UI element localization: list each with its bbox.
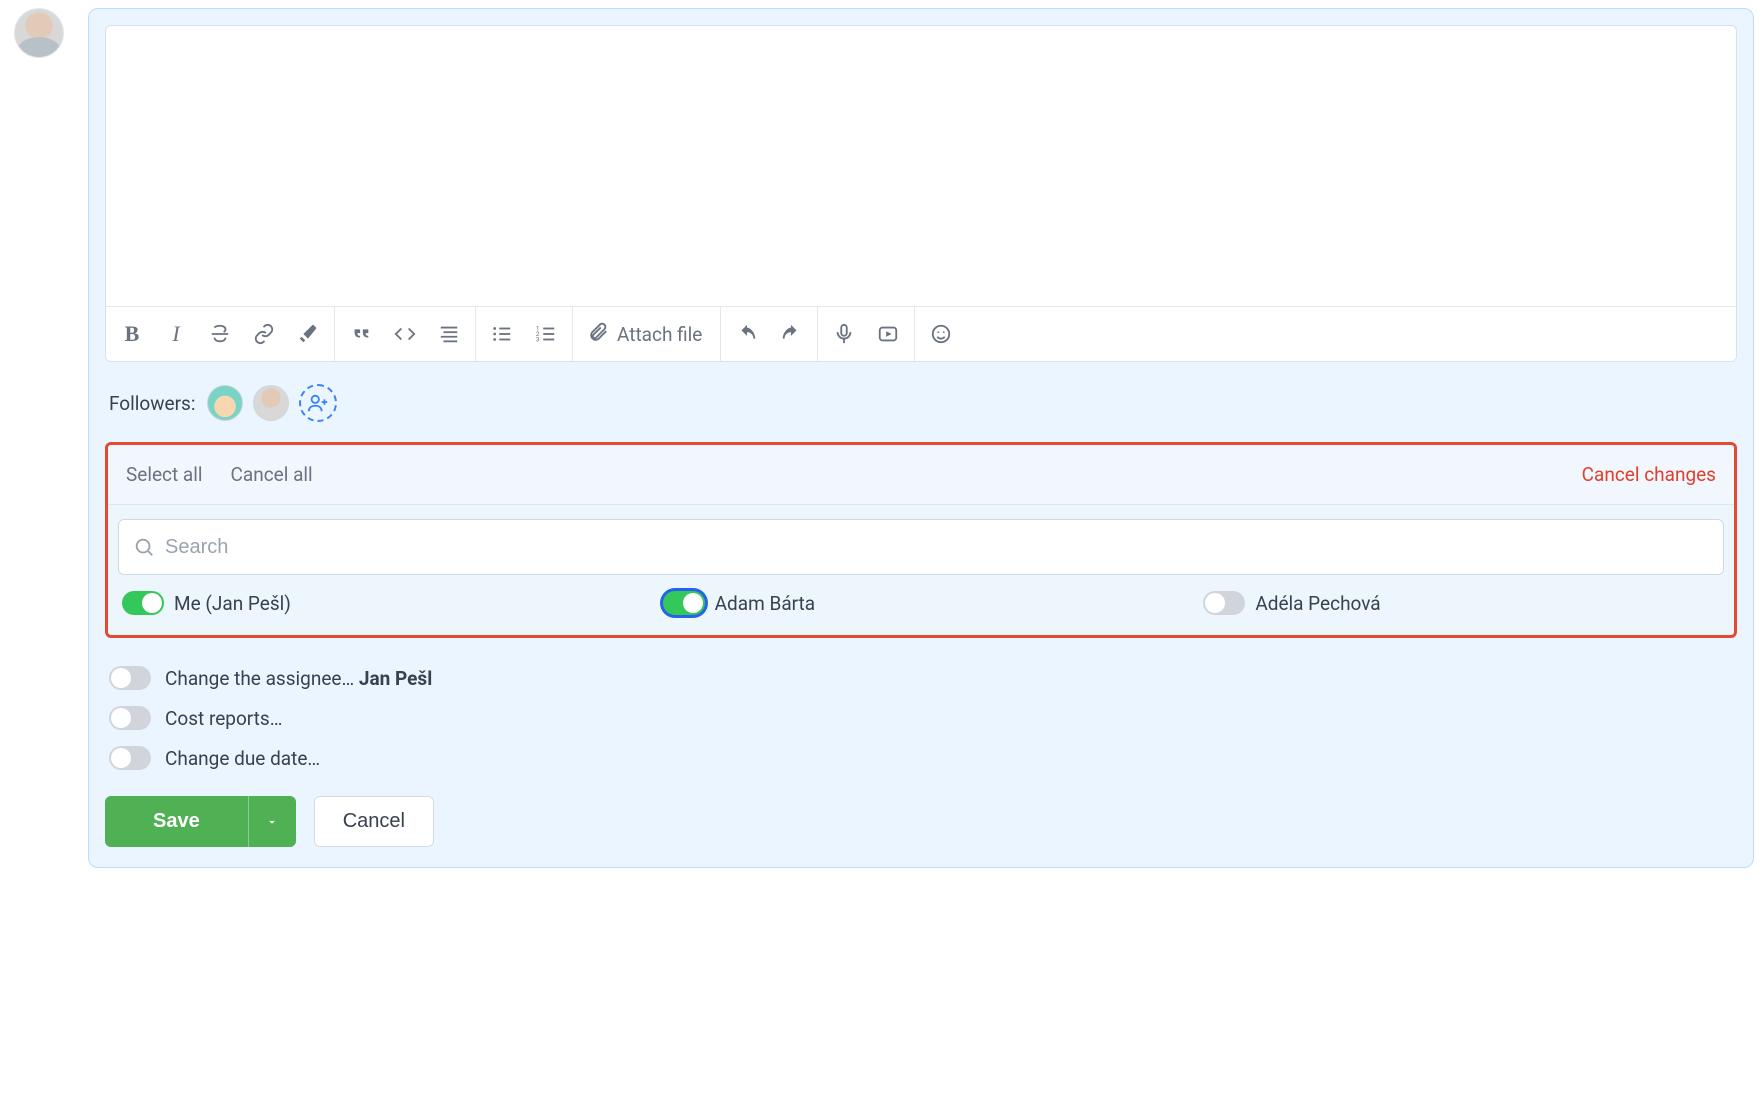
follower-avatar[interactable] (207, 385, 243, 421)
highlight-button[interactable] (286, 312, 330, 356)
cancel-all-link[interactable]: Cancel all (231, 463, 313, 486)
ordered-list-button[interactable]: 123 (524, 312, 568, 356)
search-icon (133, 536, 155, 558)
attach-file-button[interactable]: Attach file (577, 312, 716, 356)
follower-item: Adéla Pechová (1203, 591, 1720, 615)
cancel-button[interactable]: Cancel (314, 796, 434, 847)
follower-avatar[interactable] (253, 385, 289, 421)
option-toggle[interactable] (109, 706, 151, 730)
follower-search-input[interactable] (165, 536, 1709, 559)
italic-button[interactable]: I (154, 312, 198, 356)
option-label: Change the assignee… Jan Pešl (165, 667, 432, 690)
comment-card: B I (88, 8, 1754, 868)
option-row: Change due date… (109, 746, 1733, 770)
person-plus-icon (307, 392, 329, 414)
option-row: Cost reports… (109, 706, 1733, 730)
redo-button[interactable] (769, 312, 813, 356)
follower-name: Adéla Pechová (1255, 592, 1380, 615)
save-button[interactable]: Save (105, 796, 248, 847)
follower-item: Me (Jan Pešl) (122, 591, 639, 615)
video-button[interactable] (866, 312, 910, 356)
link-button[interactable] (242, 312, 286, 356)
option-toggle[interactable] (109, 746, 151, 770)
editor-shell: B I (105, 25, 1737, 362)
option-label: Cost reports… (165, 707, 282, 730)
follower-avatars (207, 384, 337, 422)
attach-file-label: Attach file (617, 323, 702, 346)
quote-button[interactable] (339, 312, 383, 356)
follower-item: Adam Bárta (663, 591, 1180, 615)
option-toggle[interactable] (109, 666, 151, 690)
save-dropdown-button[interactable] (248, 796, 296, 847)
follower-name: Me (Jan Pešl) (174, 592, 291, 615)
follower-toggle[interactable] (122, 591, 164, 615)
follower-toggle[interactable] (1203, 591, 1245, 615)
current-user-avatar (14, 8, 64, 58)
save-button-group: Save (105, 796, 296, 847)
caret-down-icon (265, 815, 279, 829)
follower-search[interactable] (118, 519, 1724, 575)
cancel-changes-link[interactable]: Cancel changes (1582, 463, 1716, 486)
svg-text:3: 3 (536, 335, 540, 343)
editor-toolbar: B I (106, 306, 1736, 361)
bold-button[interactable]: B (110, 312, 154, 356)
followers-panel: Select all Cancel all Cancel changes Me … (105, 442, 1737, 638)
indent-button[interactable] (427, 312, 471, 356)
paperclip-icon (587, 321, 609, 348)
strikethrough-button[interactable] (198, 312, 242, 356)
option-row: Change the assignee… Jan Pešl (109, 666, 1733, 690)
unordered-list-button[interactable] (480, 312, 524, 356)
add-follower-button[interactable] (299, 384, 337, 422)
editor-textarea[interactable] (106, 26, 1736, 306)
followers-label: Followers: (109, 392, 195, 415)
follower-name: Adam Bárta (715, 592, 815, 615)
follower-toggle[interactable] (663, 591, 705, 615)
option-label: Change due date… (165, 747, 320, 770)
select-all-link[interactable]: Select all (126, 463, 203, 486)
code-button[interactable] (383, 312, 427, 356)
undo-button[interactable] (725, 312, 769, 356)
emoji-button[interactable] (919, 312, 963, 356)
microphone-button[interactable] (822, 312, 866, 356)
